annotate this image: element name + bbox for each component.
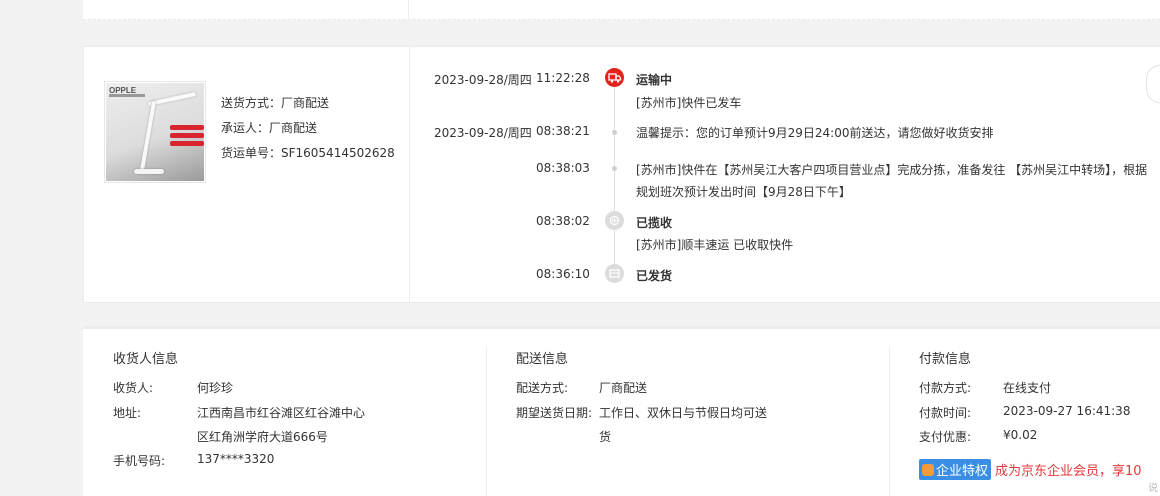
previous-package-card: [83, 0, 1160, 20]
package-icon: [605, 211, 624, 230]
promo-badge: [170, 133, 204, 138]
timeline-status: 运输中: [636, 73, 673, 87]
truck-icon: [605, 68, 624, 87]
feedback-hint[interactable]: 说: [1148, 479, 1158, 494]
vip-promo-text[interactable]: 成为京东企业会员，享10: [995, 464, 1142, 479]
timeline-date: 2023-09-28/周四: [434, 126, 532, 140]
timeline-dot: [612, 166, 617, 171]
payment-time: 2023-09-27 16:41:38: [1003, 404, 1131, 418]
payment-time-label: 付款时间:: [919, 406, 972, 420]
address-label: 地址:: [113, 406, 142, 420]
shipment-info: 送货方式：厂商配送 承运人：厂商配送 货运单号：SF1605414502628: [221, 91, 395, 166]
payment-discount-label: 支付优惠:: [919, 430, 972, 444]
timeline-time: 08:38:03: [536, 161, 590, 175]
promo-badge: [170, 125, 204, 130]
payment-method-label: 付款方式:: [919, 381, 972, 395]
phone-label: 手机号码:: [113, 454, 166, 468]
desk-lamp-image: OPPLE: [106, 83, 204, 181]
delivery-date-line1: 工作日、双休日与节假日均可送: [599, 406, 768, 420]
side-float-button[interactable]: [1146, 65, 1160, 103]
timeline-time: 08:38:02: [536, 214, 590, 228]
payment-method: 在线支付: [1003, 381, 1052, 395]
receiver-heading: 收货人信息: [113, 352, 179, 367]
timeline-detail: 温馨提示：您的订单预计9月29日24:00前送达，请您做好收货安排: [636, 126, 994, 140]
timeline-detail: [苏州市]顺丰速运 已收取快件: [636, 238, 794, 252]
timeline-time: 08:38:21: [536, 124, 590, 138]
tracking-number: 货运单号：SF1605414502628: [221, 146, 395, 160]
lamp-arm: [139, 101, 157, 171]
address-line2: 区红角洲学府大道666号: [197, 430, 328, 444]
timeline-status: 已发货: [636, 269, 673, 283]
delivery-date-label: 期望送货日期:: [516, 406, 593, 420]
timeline-date: 2023-09-28/周四: [434, 73, 532, 87]
delivery-heading: 配送信息: [516, 352, 569, 367]
timeline-line: [614, 87, 615, 272]
vip-tag-label: 企业特权: [936, 464, 989, 479]
carrier: 承运人：厂商配送: [221, 121, 318, 135]
image-tagline: [109, 94, 145, 97]
gem-icon: [922, 464, 934, 476]
timeline-detail: [苏州市]快件已发车: [636, 96, 742, 110]
timeline-time: 08:36:10: [536, 267, 590, 281]
receiver-name-label: 收货人:: [113, 381, 154, 395]
address-line1: 江西南昌市红谷滩区红谷滩中心: [197, 406, 366, 420]
delivery-date-line2: 货: [599, 430, 612, 444]
phone-number: 137****3320: [197, 452, 275, 466]
promo-badge: [170, 141, 204, 146]
timeline-detail: [苏州市]快件在【苏州吴江大客户四项目营业点】完成分拣，准备发往 【苏州吴江中转…: [636, 163, 1148, 177]
payment-discount: ¥0.02: [1003, 428, 1038, 442]
divider: [409, 47, 410, 303]
timeline-status: 已揽收: [636, 216, 673, 230]
product-thumbnail[interactable]: OPPLE: [104, 81, 206, 183]
enterprise-privilege-badge[interactable]: 企业特权: [919, 459, 992, 480]
lamp-base: [134, 169, 164, 174]
timeline-detail-cont: 规划班次预计发出时间【9月28日下午】: [636, 185, 851, 199]
timeline-time: 11:22:28: [536, 71, 590, 85]
box-icon: [605, 264, 624, 283]
order-info-card: 收货人信息 收货人: 何珍珍 地址: 江西南昌市红谷滩区红谷滩中心 区红角洲学府…: [83, 326, 1160, 496]
shipment-card: OPPLE 送货方式：厂商配送 承运人：厂商配送 货运单号：SF16054145…: [83, 46, 1160, 303]
enterprise-promo[interactable]: 企业特权 成为京东企业会员，享10: [919, 459, 1142, 480]
delivery-method: 送货方式：厂商配送: [221, 96, 330, 110]
divider: [408, 0, 409, 20]
timeline-dot: [612, 130, 617, 135]
receiver-name: 何珍珍: [197, 381, 234, 395]
delivery-method: 厂商配送: [599, 381, 648, 395]
delivery-method-label: 配送方式:: [516, 381, 569, 395]
payment-heading: 付款信息: [919, 352, 972, 367]
